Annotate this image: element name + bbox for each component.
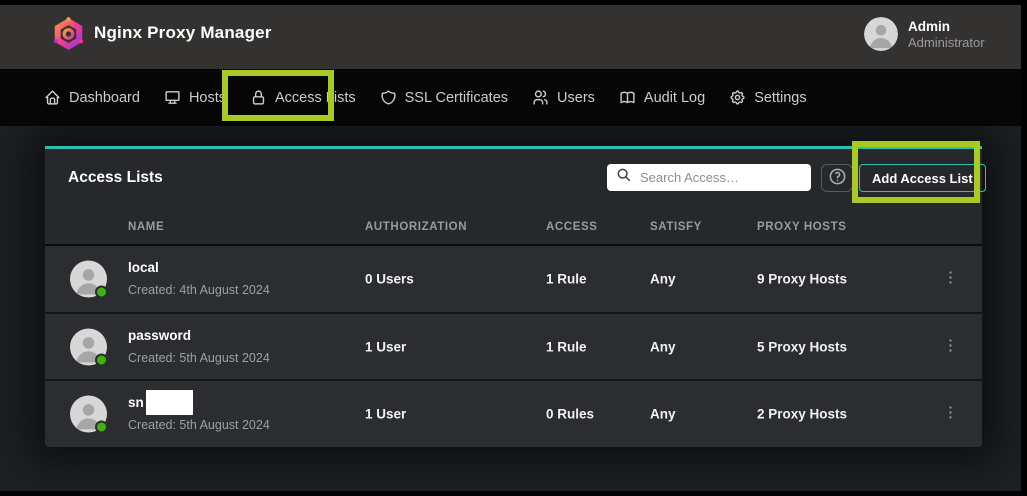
status-dot: [95, 421, 108, 434]
nav-item-audit-log[interactable]: Audit Log: [619, 89, 705, 106]
monitor-icon: [164, 89, 181, 106]
shield-icon: [380, 89, 397, 106]
add-access-list-button[interactable]: Add Access List: [859, 164, 986, 192]
access-list-name: sn: [128, 395, 144, 410]
row-avatar: [70, 260, 107, 297]
nav-label: Audit Log: [644, 90, 705, 106]
user-menu[interactable]: Admin Administrator: [864, 17, 985, 51]
help-button[interactable]: [821, 164, 853, 192]
users-icon: [532, 89, 549, 106]
created-date: Created: 5th August 2024: [128, 418, 270, 432]
column-header-proxy-hosts: PROXY HOSTS: [757, 221, 846, 233]
column-header-access: ACCESS: [546, 221, 598, 233]
table-row: local Created: 4th August 2024 0 Users 1…: [45, 246, 982, 314]
name-cell: local Created: 4th August 2024: [128, 259, 270, 299]
window-edge-top: [0, 0, 1027, 5]
proxy-hosts-cell: 9 Proxy Hosts: [757, 271, 847, 286]
app-header: Nginx Proxy Manager Admin Administrator: [0, 0, 1027, 69]
search-box: [607, 164, 811, 191]
nav-label: Dashboard: [69, 90, 140, 106]
access-list-name: local: [128, 260, 159, 275]
table-row: password Created: 5th August 2024 1 User…: [45, 314, 982, 382]
authorization-cell: 1 User: [365, 339, 406, 354]
main-nav: Dashboard Hosts Access Lists SSL Certifi…: [0, 69, 1027, 126]
redaction-box: [146, 390, 193, 415]
kebab-icon: [942, 274, 959, 289]
table-header: NAME AUTHORIZATION ACCESS SATISFY PROXY …: [45, 215, 982, 244]
book-icon: [619, 89, 636, 106]
column-header-authorization: AUTHORIZATION: [365, 221, 467, 233]
access-lists-panel: Access Lists Add Access List NAME AUTHOR…: [45, 146, 982, 447]
help-icon: [828, 167, 847, 189]
proxy-hosts-cell: 5 Proxy Hosts: [757, 339, 847, 354]
nav-item-ssl-certificates[interactable]: SSL Certificates: [380, 89, 508, 106]
name-cell: password Created: 5th August 2024: [128, 327, 270, 367]
nav-item-settings[interactable]: Settings: [729, 89, 806, 106]
access-list-name: password: [128, 328, 191, 343]
satisfy-cell: Any: [650, 271, 676, 286]
proxy-hosts-cell: 2 Proxy Hosts: [757, 407, 847, 422]
authorization-cell: 1 User: [365, 407, 406, 422]
lock-icon: [250, 89, 267, 106]
nav-item-access-lists[interactable]: Access Lists: [250, 89, 356, 106]
nav-label: SSL Certificates: [405, 90, 508, 106]
table-row: sn Created: 5th August 2024 1 User 0 Rul…: [45, 381, 982, 447]
gear-icon: [729, 89, 746, 106]
nav-item-dashboard[interactable]: Dashboard: [44, 89, 140, 106]
column-header-name: NAME: [128, 221, 164, 233]
nav-label: Hosts: [189, 90, 226, 106]
window-edge-right: [1021, 0, 1027, 496]
app-logo-icon: [52, 16, 85, 52]
nav-label: Access Lists: [275, 90, 356, 106]
nav-label: Settings: [754, 90, 806, 106]
row-actions-menu-button[interactable]: [940, 402, 961, 426]
status-dot: [95, 285, 108, 298]
table-body: local Created: 4th August 2024 0 Users 1…: [45, 246, 982, 447]
satisfy-cell: Any: [650, 339, 676, 354]
row-actions-menu-button[interactable]: [940, 267, 961, 291]
name-cell: sn Created: 5th August 2024: [128, 394, 270, 434]
row-avatar: [70, 396, 107, 433]
nav-item-users[interactable]: Users: [532, 89, 595, 106]
status-dot: [95, 353, 108, 366]
row-avatar: [70, 328, 107, 365]
search-icon: [616, 167, 632, 188]
nginx-proxy-manager-window: Nginx Proxy Manager Admin Administrator: [0, 0, 1027, 496]
access-cell: 1 Rule: [546, 271, 587, 286]
kebab-icon: [942, 342, 959, 357]
column-header-satisfy: SATISFY: [650, 221, 702, 233]
access-cell: 0 Rules: [546, 407, 594, 422]
created-date: Created: 4th August 2024: [128, 283, 270, 297]
search-input[interactable]: [640, 170, 802, 185]
kebab-icon: [942, 409, 959, 424]
authorization-cell: 0 Users: [365, 271, 414, 286]
app-title: Nginx Proxy Manager: [94, 23, 272, 43]
satisfy-cell: Any: [650, 407, 676, 422]
nav-item-hosts[interactable]: Hosts: [164, 89, 226, 106]
user-name: Admin: [908, 18, 985, 35]
home-icon: [44, 89, 61, 106]
user-avatar: [864, 17, 898, 51]
row-actions-menu-button[interactable]: [940, 335, 961, 359]
access-cell: 1 Rule: [546, 339, 587, 354]
nav-label: Users: [557, 90, 595, 106]
page-title: Access Lists: [68, 169, 163, 187]
window-edge-bottom: [0, 491, 1027, 496]
created-date: Created: 5th August 2024: [128, 351, 270, 365]
user-role: Administrator: [908, 35, 985, 51]
